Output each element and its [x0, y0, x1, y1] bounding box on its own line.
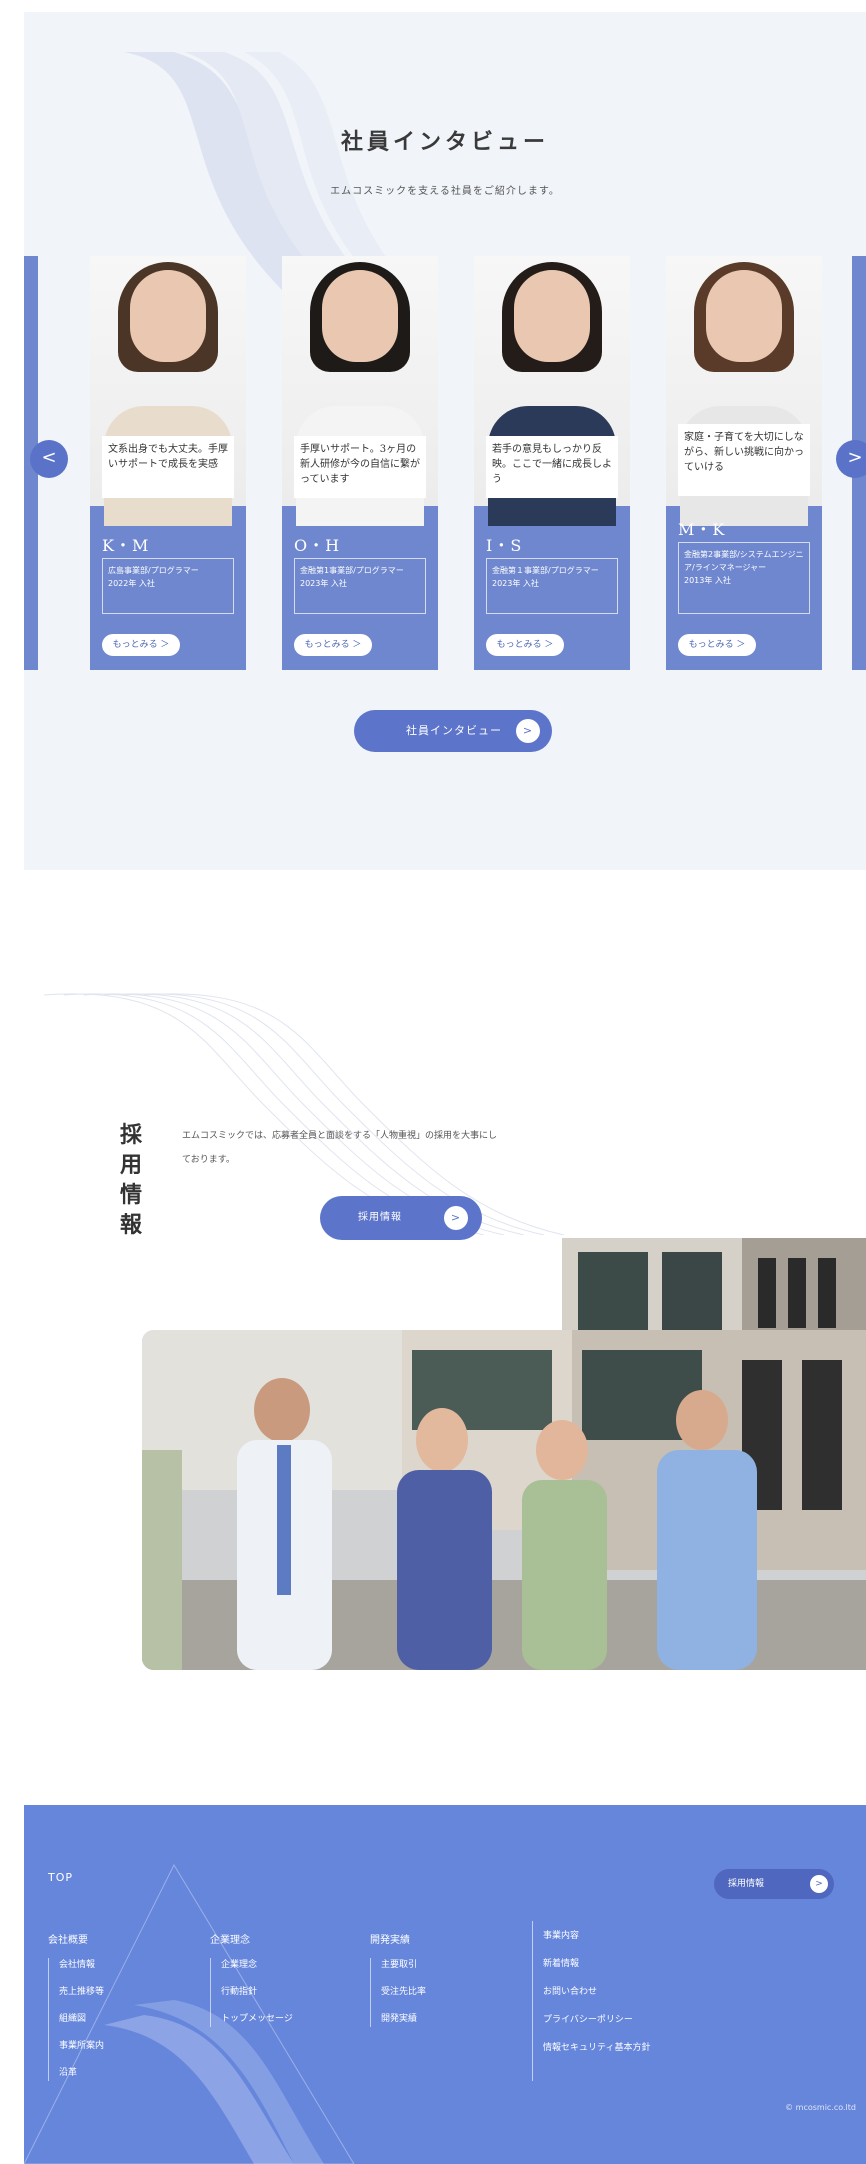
more-button[interactable]: もっとみる ＞ [294, 634, 372, 656]
footer-link[interactable]: 新着情報 [543, 1957, 650, 1972]
carousel-prev-button[interactable]: < [30, 440, 68, 478]
footer: TOP 採用情報 > 会社概要 会社情報 売上推移等 組織図 事業所案内 沿革 … [24, 1805, 866, 2164]
carousel-next-button[interactable]: > [836, 440, 866, 478]
footer-link[interactable]: 組織図 [59, 2012, 104, 2027]
chevron-left-icon: < [41, 447, 57, 468]
recruit-button-label: 採用情報 [358, 1212, 402, 1223]
arrow-right-icon: > [516, 719, 540, 743]
more-button[interactable]: もっとみる ＞ [678, 634, 756, 656]
building-image [562, 1238, 866, 1338]
footer-link[interactable]: 行動指針 [221, 1985, 293, 2000]
footer-link[interactable]: 開発実績 [381, 2012, 426, 2027]
card-initials: M・K [678, 520, 726, 539]
section-title: 社員インタビュー [340, 129, 549, 155]
footer-top-link[interactable]: TOP [48, 1871, 73, 1884]
footer-link[interactable]: 情報セキュリティ基本方針 [543, 2041, 650, 2056]
footer-link[interactable]: 主要取引 [381, 1958, 426, 1973]
card-dept: 金融第2事業部/システムエンジニア/ラインマネージャー 2013年 入社 [678, 542, 810, 614]
footer-column-company: 会社概要 会社情報 売上推移等 組織図 事業所案内 沿革 [48, 1931, 104, 2093]
interview-card[interactable]: 手厚いサポート。3ヶ月の新人研修が今の自信に繋がっています O・H 金融第1事業… [282, 256, 438, 670]
footer-link[interactable]: 事業内容 [543, 1929, 650, 1944]
more-button[interactable]: もっとみる ＞ [102, 634, 180, 656]
footer-link[interactable]: 受注先比率 [381, 1985, 426, 2000]
footer-heading[interactable]: 企業理念 [210, 1931, 293, 1946]
interview-card[interactable]: 文系出身でも大丈夫。手厚いサポートで成長を実感 K・M 広島事業部/プログラマー… [90, 256, 246, 670]
card-quote: 手厚いサポート。3ヶ月の新人研修が今の自信に繋がっています [294, 436, 426, 498]
page: 社員インタビュー エムコスミックを支える社員をご紹介します。 文系出身でも大丈夫… [0, 0, 866, 2164]
footer-column-philosophy: 企業理念 企業理念 行動指針 トップメッセージ [210, 1931, 293, 2039]
footer-link[interactable]: プライバシーポリシー [543, 2013, 650, 2028]
footer-link[interactable]: 会社情報 [59, 1958, 104, 1973]
card-dept: 金融第１事業部/プログラマー 2023年 入社 [486, 558, 618, 614]
recruit-section: 採用情報 エムコスミックでは、応募者全員と面談をする「人物重視」の採用を大事にし… [24, 870, 866, 1805]
section-subtitle: エムコスミックを支える社員をご紹介します。 [330, 186, 560, 197]
recruit-photo [142, 1238, 866, 1672]
footer-button-label: 採用情報 [728, 1879, 765, 1889]
chevron-right-icon: > [847, 447, 863, 468]
footer-link[interactable]: トップメッセージ [221, 2012, 293, 2027]
footer-link[interactable]: 売上推移等 [59, 1985, 104, 2000]
card-initials: I・S [486, 536, 523, 555]
card-quote: 家庭・子育てを大切にしながら、新しい挑戦に向かっていける [678, 424, 810, 496]
footer-link[interactable]: 沿革 [59, 2066, 104, 2081]
more-button[interactable]: もっとみる ＞ [486, 634, 564, 656]
arrow-right-icon: > [444, 1206, 468, 1230]
interview-card[interactable]: 家庭・子育てを大切にしながら、新しい挑戦に向かっていける M・K 金融第2事業部… [666, 256, 822, 670]
card-initials: K・M [102, 536, 150, 555]
card-dept: 金融第1事業部/プログラマー 2023年 入社 [294, 558, 426, 614]
interview-carousel: 文系出身でも大丈夫。手厚いサポートで成長を実感 K・M 広島事業部/プログラマー… [24, 256, 866, 676]
footer-column-achievements: 開発実績 主要取引 受注先比率 開発実績 [370, 1931, 426, 2039]
card-initials: O・H [294, 536, 341, 555]
recruit-title: 採用情報 [120, 1122, 143, 1238]
cta-label: 社員インタビュー [406, 724, 502, 737]
footer-column-misc: 事業内容 新着情報 お問い合わせ プライバシーポリシー 情報セキュリティ基本方針 [532, 1921, 650, 2081]
footer-heading[interactable]: 会社概要 [48, 1931, 104, 1946]
footer-link[interactable]: 企業理念 [221, 1958, 293, 1973]
footer-recruit-button[interactable]: 採用情報 > [714, 1869, 834, 1899]
interview-cta-button[interactable]: 社員インタビュー > [354, 710, 552, 752]
recruit-button[interactable]: 採用情報 > [320, 1196, 482, 1240]
card-quote: 若手の意見もしっかり反映。ここで一緒に成長しよう [486, 436, 618, 498]
footer-heading[interactable]: 開発実績 [370, 1931, 426, 1946]
interview-section: 社員インタビュー エムコスミックを支える社員をご紹介します。 文系出身でも大丈夫… [24, 12, 866, 870]
card-dept: 広島事業部/プログラマー 2022年 入社 [102, 558, 234, 614]
card-quote: 文系出身でも大丈夫。手厚いサポートで成長を実感 [102, 436, 234, 498]
recruit-text: エムコスミックでは、応募者全員と面談をする「人物重視」の採用を大事にしております… [182, 1131, 498, 1165]
group-photo-image [142, 1330, 866, 1670]
interview-card[interactable]: 若手の意見もしっかり反映。ここで一緒に成長しよう I・S 金融第１事業部/プログ… [474, 256, 630, 670]
footer-link[interactable]: お問い合わせ [543, 1985, 650, 2000]
copyright: © mcosmic.co.ltd [785, 2103, 856, 2112]
arrow-right-icon: > [810, 1875, 828, 1893]
footer-link[interactable]: 事業所案内 [59, 2039, 104, 2054]
